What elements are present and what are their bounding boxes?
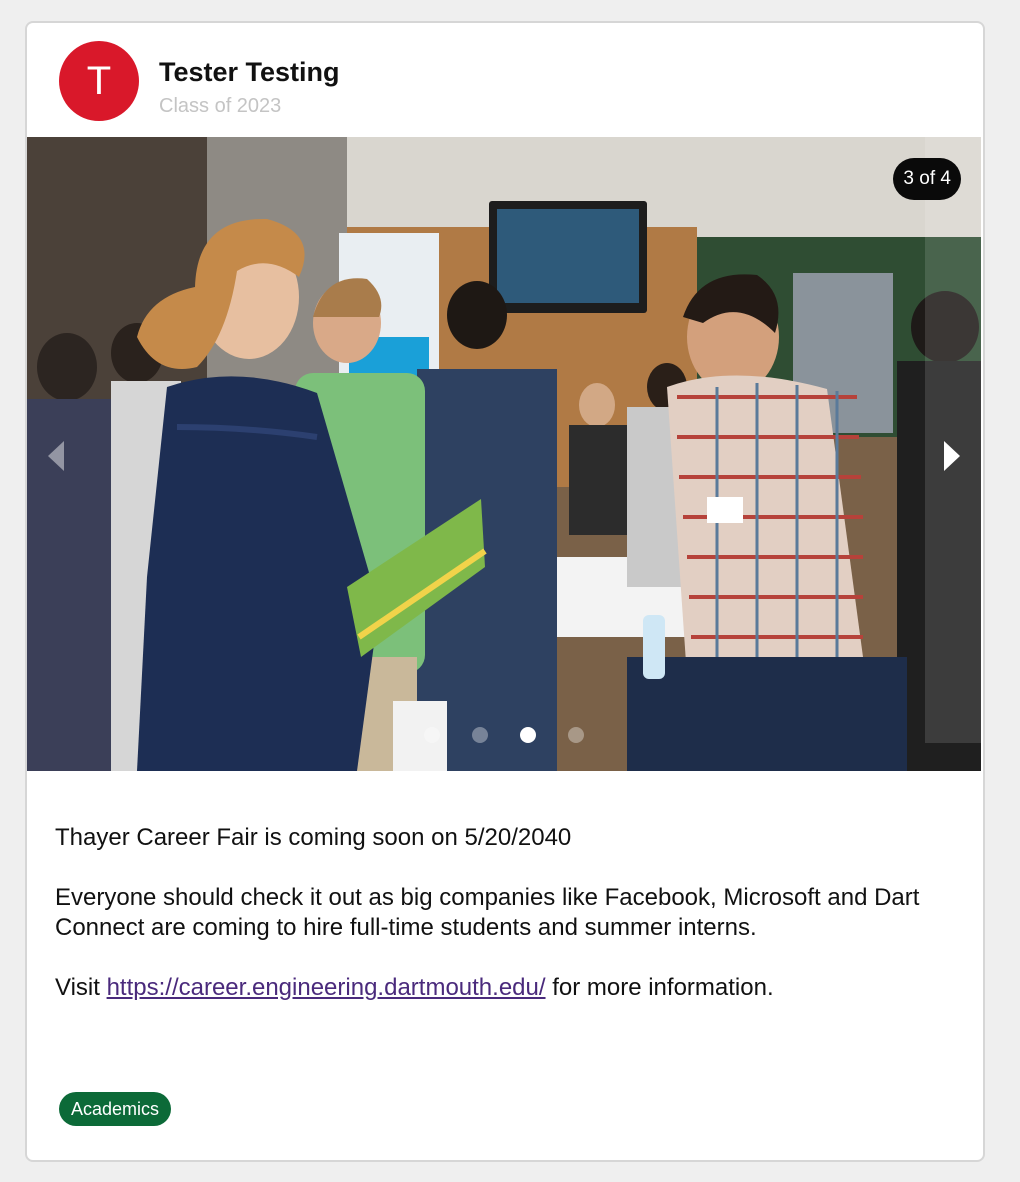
next-slide-button[interactable] [937, 433, 967, 479]
slide-counter-total: 4 [940, 168, 951, 189]
visit-suffix: for more information. [552, 974, 774, 1001]
slide-indicators [27, 727, 981, 751]
slide-dot-1[interactable] [424, 727, 440, 743]
career-site-link[interactable]: https://career.engineering.dartmouth.edu… [107, 974, 546, 1001]
author-class-year: Class of 2023 [159, 95, 282, 117]
chevron-right-icon [944, 441, 960, 471]
visit-prefix: Visit [55, 974, 100, 1001]
avatar[interactable]: T [59, 41, 139, 121]
previous-slide-button[interactable] [41, 433, 71, 479]
slide-counter-current: 3 [903, 168, 914, 189]
post-text-visit: Visit https://career.engineering.dartmou… [55, 973, 955, 1003]
avatar-initial: T [86, 59, 112, 103]
post-body: Thayer Career Fair is coming soon on 5/2… [55, 823, 955, 1003]
slide-dot-4[interactable] [568, 727, 584, 743]
slide-counter-of: of [919, 168, 936, 189]
career-fair-photo [27, 137, 981, 771]
post-card: T Tester Testing Class of 2023 3 of 4 Th… [25, 21, 985, 1162]
author-name[interactable]: Tester Testing [159, 57, 340, 88]
image-carousel[interactable]: 3 of 4 [27, 137, 981, 771]
post-text-details: Everyone should check it out as big comp… [55, 884, 920, 941]
slide-counter: 3 of 4 [893, 158, 961, 200]
chevron-left-icon [48, 441, 64, 471]
post-text-announcement: Thayer Career Fair is coming soon on 5/2… [55, 824, 572, 851]
slide-dot-3[interactable] [520, 727, 536, 743]
slide-dot-2[interactable] [472, 727, 488, 743]
tag-academics[interactable]: Academics [59, 1092, 172, 1126]
